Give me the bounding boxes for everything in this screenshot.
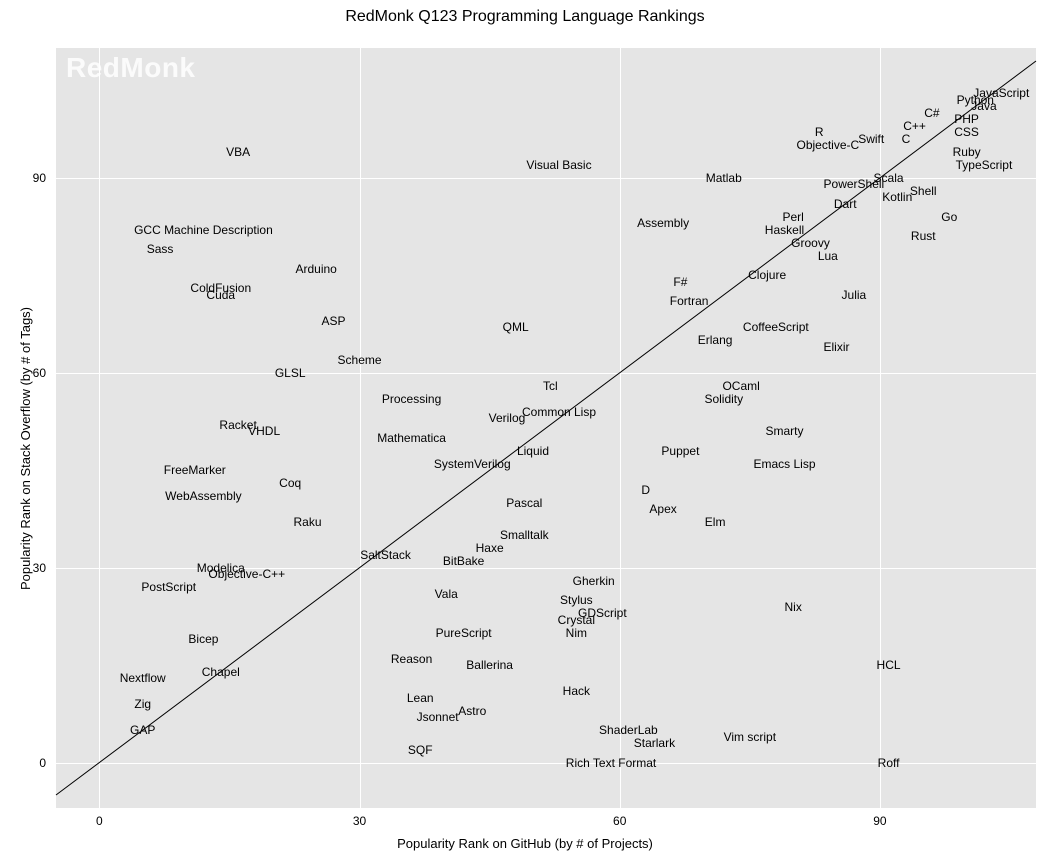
gridline-horizontal	[56, 763, 1036, 764]
x-tick-label: 90	[873, 814, 886, 828]
y-tick-label: 90	[20, 171, 46, 185]
y-axis-title: Popularity Rank on Stack Overflow (by # …	[18, 307, 33, 590]
x-tick-label: 0	[96, 814, 103, 828]
gridline-vertical	[360, 48, 361, 808]
x-tick-label: 30	[353, 814, 366, 828]
plot-area-wrapper: RedMonk JavaScriptPythonJavaPHPC#CSSC++T…	[0, 30, 1050, 860]
chart-title: RedMonk Q123 Programming Language Rankin…	[0, 0, 1050, 30]
x-axis-title: Popularity Rank on GitHub (by # of Proje…	[0, 836, 1050, 851]
plot-panel	[56, 48, 1036, 808]
gridline-horizontal	[56, 373, 1036, 374]
gridline-vertical	[620, 48, 621, 808]
y-tick-label: 0	[20, 756, 46, 770]
gridline-horizontal	[56, 568, 1036, 569]
gridline-vertical	[880, 48, 881, 808]
gridline-horizontal	[56, 178, 1036, 179]
x-tick-label: 60	[613, 814, 626, 828]
gridline-vertical	[99, 48, 100, 808]
